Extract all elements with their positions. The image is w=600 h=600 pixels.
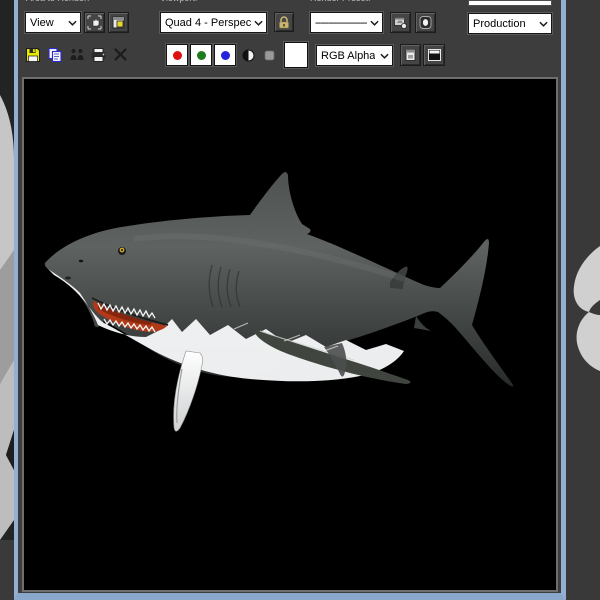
area-to-render-dropdown[interactable]: View (25, 12, 81, 33)
clone-rendered-frame-button[interactable] (66, 44, 87, 65)
viewport-value: Quad 4 - Perspec (165, 16, 251, 29)
shark-nostril (78, 259, 84, 263)
rendered-shark-image (24, 79, 556, 590)
copy-image-button[interactable] (44, 44, 65, 65)
red-channel-button[interactable] (166, 44, 188, 66)
environment-effects-button[interactable] (415, 12, 436, 33)
print-icon (91, 47, 106, 62)
shark-snout-shadow (65, 276, 71, 280)
clear-x-icon (114, 48, 127, 61)
monochrome-button[interactable] (238, 44, 258, 66)
viewport-label: Viewport: (160, 0, 197, 3)
desktop-background-left (0, 0, 14, 600)
chevron-down-icon (380, 53, 389, 59)
blue-channel-icon (220, 50, 230, 60)
lock-to-viewport-button[interactable] (274, 12, 294, 32)
lock-icon (279, 15, 289, 28)
viewport-dropdown[interactable]: Quad 4 - Perspec (160, 12, 267, 33)
green-channel-icon (196, 50, 206, 60)
background-grayscale-image-right (566, 0, 600, 600)
render-mode-dropdown[interactable]: Production (468, 13, 552, 34)
green-channel-button[interactable] (190, 44, 212, 66)
chevron-down-icon (539, 21, 548, 27)
environment-effects-icon (419, 16, 432, 29)
rendered-frame-window: Area to Render: Viewport: Render Preset:… (14, 0, 566, 600)
toggle-ui-icon (427, 49, 441, 61)
overlay-button[interactable] (400, 44, 421, 66)
blue-channel-button[interactable] (214, 44, 236, 66)
render-setup-icon (394, 17, 407, 29)
hand-region-icon (87, 15, 102, 30)
save-icon (25, 47, 40, 62)
render-preset-label: Render Preset: (310, 0, 371, 3)
chevron-down-icon (68, 20, 77, 26)
render-mode-value: Production (473, 17, 526, 30)
print-image-button[interactable] (88, 44, 109, 65)
render-preset-dropdown[interactable]: --------------------- (310, 12, 383, 33)
clear-color-swatch[interactable] (284, 42, 308, 68)
save-image-button[interactable] (22, 44, 43, 65)
area-to-render-value: View (30, 16, 54, 29)
render-setup-button[interactable] (390, 12, 411, 33)
toggle-ui-button[interactable] (423, 44, 445, 66)
desktop-background-right (566, 0, 600, 600)
cutoff-dropdown-top[interactable] (468, 0, 552, 6)
channel-display-value: RGB Alpha (321, 49, 376, 62)
shark-eye (118, 247, 126, 255)
alpha-channel-icon (264, 50, 274, 60)
monochrome-icon (242, 49, 254, 61)
clone-window-icon (70, 48, 83, 60)
clear-button[interactable] (110, 44, 131, 65)
chevron-down-icon (254, 20, 263, 26)
auto-region-icon (112, 16, 125, 29)
render-preset-value: --------------------- (315, 16, 367, 29)
render-canvas[interactable] (22, 77, 558, 592)
alpha-channel-button[interactable] (260, 44, 278, 66)
chevron-down-icon (370, 20, 379, 26)
window-content: Area to Render: Viewport: Render Preset:… (18, 0, 561, 593)
background-grayscale-image-left (0, 0, 14, 600)
red-channel-icon (172, 50, 182, 60)
area-to-render-label: Area to Render: (26, 0, 90, 3)
overlay-icon (405, 49, 416, 61)
copy-icon (47, 47, 62, 62)
auto-region-selected-button[interactable] (108, 12, 129, 33)
channel-display-dropdown[interactable]: RGB Alpha (316, 45, 393, 66)
edit-region-button[interactable] (84, 12, 105, 33)
